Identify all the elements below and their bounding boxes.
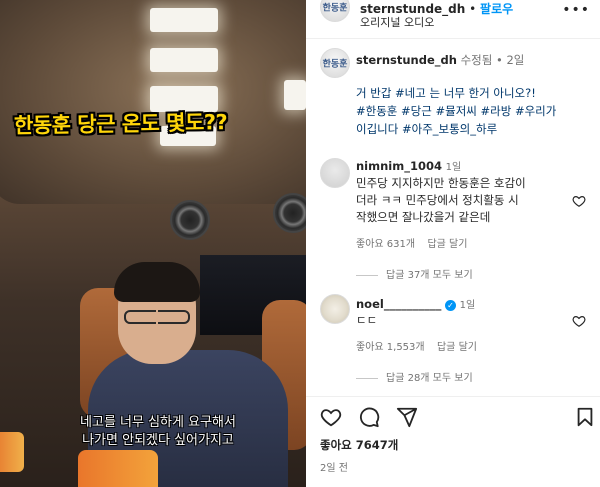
share-icon[interactable] bbox=[396, 406, 418, 428]
actions-divider bbox=[306, 396, 600, 397]
comment-likes[interactable]: 좋아요 631개 bbox=[356, 239, 415, 250]
comment-text: 민주당 지지하지만 한동훈은 호감이 더라 ㅋㅋ 민주당에서 정치활동 시 작했… bbox=[356, 175, 570, 226]
comment-likes[interactable]: 좋아요 1,553개 bbox=[356, 342, 425, 353]
audio-label[interactable]: 오리지널 오디오 bbox=[360, 14, 434, 30]
ceiling-light bbox=[284, 80, 306, 110]
caption-line-text[interactable]: 거 반갑 #네고 는 너무 한거 아니오?! bbox=[356, 86, 536, 100]
header-divider bbox=[306, 38, 600, 39]
heart-icon[interactable] bbox=[320, 406, 342, 428]
view-replies[interactable]: 답글 37개 모두 보기 bbox=[356, 266, 473, 281]
caption-line: #한동훈 #당근 #뮬저씨 #라방 #우리가 bbox=[356, 102, 586, 120]
reply-button[interactable]: 답글 달기 bbox=[427, 239, 467, 250]
comment-like-icon[interactable] bbox=[572, 314, 586, 328]
separator-dot: • bbox=[495, 53, 503, 67]
comment-line: 더라 ㅋㅋ 민주당에서 정치활동 시 bbox=[356, 193, 519, 207]
author-avatar[interactable]: 한동훈 bbox=[320, 0, 350, 22]
subtitle-line: 네고를 너무 심하게 요구해서 bbox=[80, 415, 236, 430]
comment-time: 1일 bbox=[445, 162, 462, 173]
ceiling-light bbox=[150, 8, 218, 32]
person-hair bbox=[114, 262, 200, 302]
comment-header: noel__________ ✓ 1일 bbox=[356, 296, 475, 311]
comment-text: ㄷㄷ bbox=[356, 312, 570, 329]
avatar-label: 한동훈 bbox=[322, 59, 348, 70]
caption-line: 거 반갑 #네고 는 너무 한거 아니오?! bbox=[356, 84, 586, 102]
verified-badge-icon: ✓ bbox=[445, 300, 456, 311]
video-overlay-title: 한동훈 당근 온도 몇도?? bbox=[13, 110, 228, 138]
subtitle-line: 나가면 안되겠다 싶어가지고 bbox=[82, 433, 234, 448]
post-time: 2일 전 bbox=[320, 463, 348, 474]
air-vent bbox=[273, 193, 306, 233]
caption-line: 이깁니다 #아주_보통의_하루 bbox=[356, 120, 586, 138]
post-likes[interactable]: 좋아요 7647개 bbox=[320, 437, 398, 453]
post-panel: 한동훈 sternstunde_dh • 팔로우 오리지널 오디오 ••• 한동… bbox=[306, 0, 600, 487]
bookmark-icon[interactable] bbox=[574, 406, 596, 428]
video-subtitle: 네고를 너무 심하게 요구해서 나가면 안되겠다 싶어가지고 bbox=[40, 414, 276, 450]
comment-line: ㄷㄷ bbox=[356, 313, 378, 327]
caption-text: 거 반갑 #네고 는 너무 한거 아니오?! #한동훈 #당근 #뮬저씨 #라방… bbox=[356, 84, 586, 138]
comment-meta: 좋아요 631개 답글 달기 bbox=[356, 235, 467, 250]
comment-username[interactable]: nimnim_1004 bbox=[356, 159, 442, 173]
commenter-avatar[interactable] bbox=[320, 294, 350, 324]
caption-username[interactable]: sternstunde_dh bbox=[356, 53, 457, 67]
glasses bbox=[124, 310, 190, 324]
replies-line bbox=[356, 274, 378, 276]
snack-bag bbox=[78, 450, 158, 487]
comment-username[interactable]: noel__________ bbox=[356, 297, 441, 311]
snack-bag bbox=[0, 432, 24, 472]
separator-dot: • bbox=[469, 2, 477, 16]
comment-icon[interactable] bbox=[358, 406, 380, 428]
air-vent bbox=[170, 200, 210, 240]
follow-button[interactable]: 팔로우 bbox=[480, 2, 513, 16]
comment-like-icon[interactable] bbox=[572, 194, 586, 208]
caption-line-text[interactable]: #한동훈 #당근 #뮬저씨 #라방 #우리가 bbox=[356, 104, 556, 118]
comment-line: 작했으면 잘나갔을거 같은데 bbox=[356, 210, 491, 224]
caption-avatar[interactable]: 한동훈 bbox=[320, 48, 350, 78]
comment-header: nimnim_1004 1일 bbox=[356, 158, 461, 173]
more-icon[interactable]: ••• bbox=[562, 2, 590, 18]
comment-line: 민주당 지지하지만 한동훈은 호감이 bbox=[356, 176, 526, 190]
view-replies-label: 답글 28개 모두 보기 bbox=[386, 373, 473, 384]
ceiling-light bbox=[150, 48, 218, 72]
reply-button[interactable]: 답글 달기 bbox=[437, 342, 477, 353]
replies-line bbox=[356, 377, 378, 379]
edited-label: 수정됨 bbox=[460, 53, 493, 67]
avatar-label: 한동훈 bbox=[322, 3, 348, 14]
caption-line-text[interactable]: 이깁니다 #아주_보통의_하루 bbox=[356, 122, 497, 136]
view-replies[interactable]: 답글 28개 모두 보기 bbox=[356, 369, 473, 384]
view-replies-label: 답글 37개 모두 보기 bbox=[386, 270, 473, 281]
commenter-avatar[interactable] bbox=[320, 158, 350, 188]
reel-video[interactable]: 한동훈 당근 온도 몇도?? 네고를 너무 심하게 요구해서 나가면 안되겠다 … bbox=[0, 0, 306, 487]
caption-header: sternstunde_dh 수정됨 • 2일 bbox=[356, 52, 524, 68]
comment-meta: 좋아요 1,553개 답글 달기 bbox=[356, 338, 477, 353]
comment-time: 1일 bbox=[459, 300, 476, 311]
caption-time: 2일 bbox=[506, 53, 525, 67]
